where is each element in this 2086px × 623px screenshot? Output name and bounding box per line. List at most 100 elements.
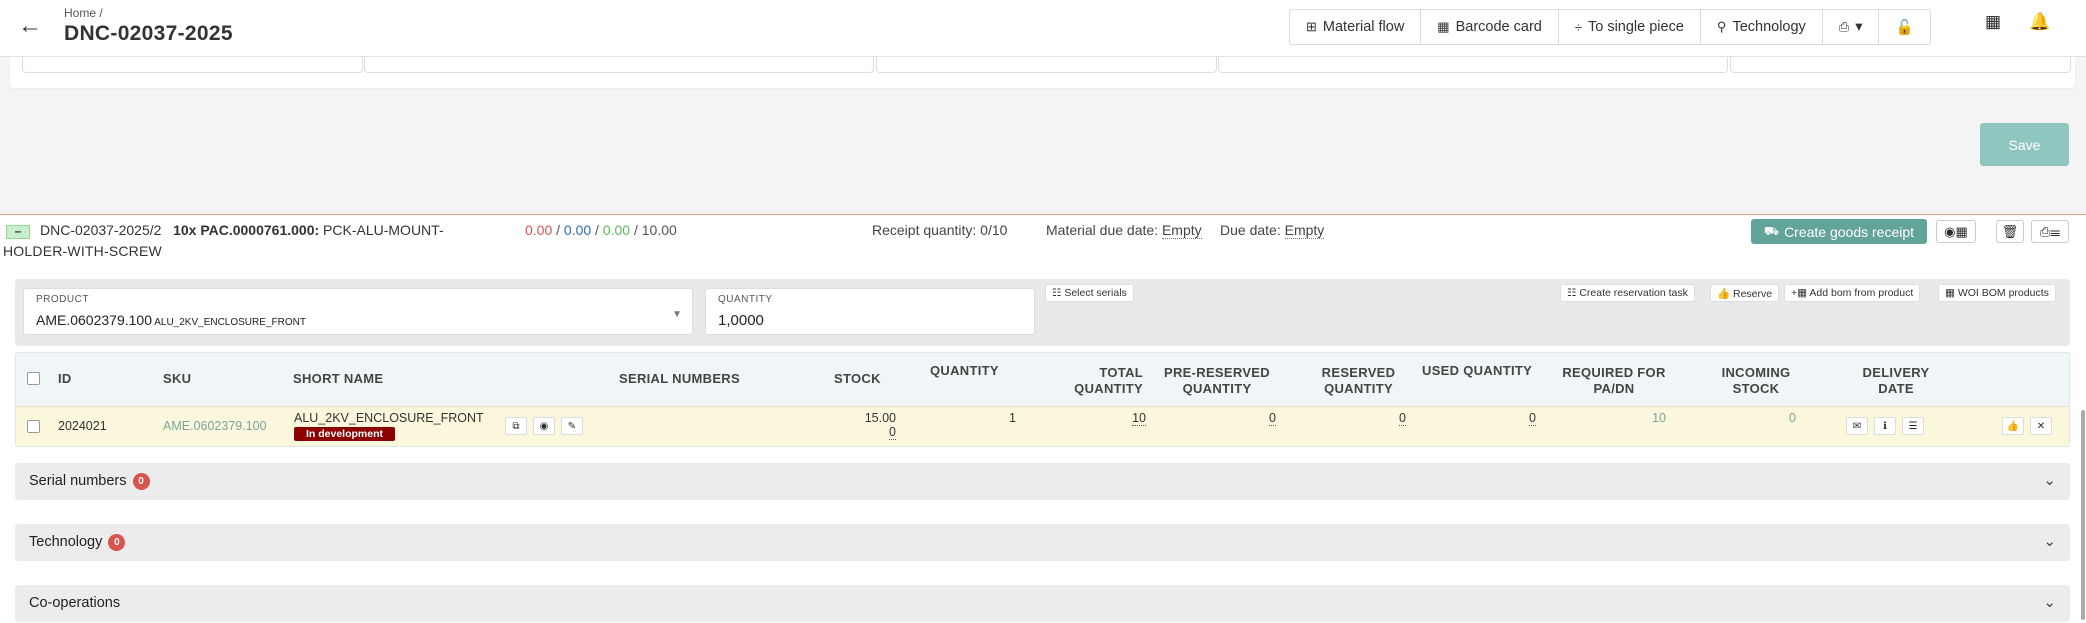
col-incoming-line1: INCOMING <box>1721 365 1791 380</box>
col-used-quantity[interactable]: USED QUANTITY <box>1422 363 1532 379</box>
barcode-card-button[interactable]: ▦ Barcode card <box>1421 10 1559 44</box>
print-list-icon: ⎙☰ <box>2039 223 2061 239</box>
col-incoming-stock[interactable]: INCOMING STOCK <box>1706 365 1806 397</box>
row-pre-reserved: 0 <box>1226 411 1276 426</box>
barcode-card-label: Barcode card <box>1455 19 1542 35</box>
form-field[interactable] <box>364 57 874 73</box>
thumbs-up-icon: 👍 <box>2006 420 2020 432</box>
row-incoming: 0 <box>1789 411 1796 425</box>
product-select[interactable]: PRODUCT AME.0602379.100 ALU_2KV_ENCLOSUR… <box>23 288 693 335</box>
accordion-co-operations[interactable]: Co-operations ⌄ <box>15 585 2070 622</box>
row-used-value[interactable]: 0 <box>1529 411 1536 426</box>
copy-button[interactable]: ⧉ <box>505 417 527 435</box>
remove-button[interactable]: ✕ <box>2030 417 2052 435</box>
copy-icon: ⧉ <box>512 420 520 432</box>
col-delivery-date[interactable]: DELIVERY DATE <box>1846 365 1946 397</box>
reserve-button[interactable]: 👍 Reserve <box>1710 284 1780 302</box>
technology-button[interactable]: ⚲ Technology <box>1701 10 1823 44</box>
save-button[interactable]: Save <box>1980 123 2069 166</box>
quantity-field[interactable]: QUANTITY 1,0000 <box>705 288 1035 335</box>
col-stock[interactable]: STOCK <box>834 371 881 387</box>
stat-green: 0.00 <box>602 222 631 238</box>
quantity-stats: 0.00 / 0.00 / 0.00 / 10.00 <box>525 222 677 238</box>
create-goods-receipt-button[interactable]: ⛟ Create goods receipt <box>1751 219 1927 244</box>
scrollbar[interactable] <box>2081 410 2085 620</box>
grid-icon[interactable]: ▦ <box>1985 12 2001 32</box>
row-reserved-value[interactable]: 0 <box>1399 411 1406 426</box>
col-reserved-quantity[interactable]: RESERVED QUANTITY <box>1296 365 1421 397</box>
product-name: ALU_2KV_ENCLOSURE_FRONT <box>151 317 306 328</box>
select-serials-button[interactable]: ☷ Select serials <box>1045 284 1134 302</box>
product-value: AME.0602379.100 ALU_2KV_ENCLOSURE_FRONT <box>36 312 306 328</box>
row-reserved: 0 <box>1356 411 1406 426</box>
item-section: – DNC-02037-2025/2 10x PAC.0000761.000: … <box>0 214 2086 623</box>
table-icon: ⊞ <box>1306 19 1317 34</box>
caret-down-icon[interactable]: ▼ <box>672 309 682 320</box>
bell-icon[interactable]: 🔔 <box>2029 12 2050 32</box>
col-quantity[interactable]: QUANTITY <box>930 363 999 379</box>
view-button[interactable]: ◉ <box>533 417 555 435</box>
row-total-quantity-value[interactable]: 10 <box>1132 411 1146 426</box>
due-date-label: Due date: <box>1220 222 1285 238</box>
list-button[interactable]: ☰ <box>1902 417 1924 435</box>
breadcrumb[interactable]: Home / <box>64 6 103 20</box>
col-id[interactable]: ID <box>58 371 72 387</box>
delete-button[interactable]: 🗑 <box>1996 220 2024 243</box>
truck-icon: ⛟ <box>1763 223 1780 238</box>
material-due-value[interactable]: Empty <box>1161 222 1202 239</box>
accordion-technology[interactable]: Technology 0 ⌄ <box>15 524 2070 561</box>
create-reservation-task-button[interactable]: ☷ Create reservation task <box>1560 284 1695 302</box>
row-used: 0 <box>1486 411 1536 426</box>
to-single-piece-button[interactable]: ÷ To single piece <box>1559 10 1701 44</box>
edit-button[interactable]: ✎ <box>561 417 583 435</box>
top-bar: ← Home / DNC-02037-2025 ⊞ Material flow … <box>0 0 2086 57</box>
approve-button[interactable]: 👍 <box>2002 417 2024 435</box>
row-stock: 15.00 0 <box>836 411 896 440</box>
col-total-quantity[interactable]: TOTAL QUANTITY <box>1028 365 1143 397</box>
col-required-for-pa-dn[interactable]: REQUIRED FOR PA/DN <box>1549 365 1679 397</box>
form-field[interactable] <box>1218 57 1728 73</box>
row-required: 10 <box>1652 411 1666 425</box>
count-badge: 0 <box>132 473 150 490</box>
col-short-name[interactable]: SHORT NAME <box>293 371 383 387</box>
back-arrow-icon[interactable]: ← <box>18 14 42 38</box>
material-flow-label: Material flow <box>1322 19 1405 35</box>
print-dropdown-button[interactable]: ⎙ ▾ <box>1823 10 1880 44</box>
unlock-icon: 🔓 <box>1895 19 1914 36</box>
info-button[interactable]: ℹ <box>1874 417 1896 435</box>
status-badge: In development <box>294 427 396 441</box>
material-flow-button[interactable]: ⊞ Material flow <box>1290 10 1422 44</box>
accordion-serial-numbers[interactable]: Serial numbers 0 ⌄ <box>15 463 2070 500</box>
col-serial-numbers[interactable]: SERIAL NUMBERS <box>619 371 740 387</box>
select-all-checkbox[interactable] <box>27 372 40 385</box>
row-pre-reserved-value[interactable]: 0 <box>1269 411 1276 426</box>
col-pre-reserved-quantity[interactable]: PRE-RESERVED QUANTITY <box>1152 365 1282 397</box>
row-quantity: 1 <box>1009 411 1016 425</box>
unlock-button[interactable]: 🔓 <box>1879 10 1929 44</box>
eye-barcode-button[interactable]: ◉▦ <box>1936 220 1976 243</box>
form-field[interactable] <box>876 57 1217 73</box>
woi-bom-products-button[interactable]: ▦ WOI BOM products <box>1938 284 2056 302</box>
technology-label: Technology <box>29 534 103 550</box>
row-checkbox[interactable] <box>27 420 40 433</box>
due-date-value[interactable]: Empty <box>1284 222 1325 239</box>
add-bom-from-product-button[interactable]: +▦ Add bom from product <box>1784 284 1921 302</box>
form-field[interactable] <box>22 57 363 73</box>
printer-icon: ⎙ <box>1838 19 1850 34</box>
row-sku-link[interactable]: AME.0602379.100 <box>163 419 267 433</box>
material-due-date: Material due date: Empty <box>1046 222 1202 239</box>
chevron-down-icon: ⌄ <box>2043 533 2056 550</box>
print-list-button[interactable]: ⎙☰ <box>2031 220 2069 243</box>
table-row[interactable]: 2024021 AME.0602379.100 ALU_2KV_ENCLOSUR… <box>16 406 2069 446</box>
collapse-button[interactable]: – <box>6 225 30 239</box>
envelope-icon: ✉ <box>1852 420 1862 432</box>
form-field[interactable] <box>1730 57 2071 73</box>
close-icon: ✕ <box>2036 420 2046 432</box>
row-id: 2024021 <box>58 419 107 433</box>
form-card <box>10 57 2075 88</box>
due-date: Due date: Empty <box>1220 222 1325 239</box>
col-sku[interactable]: SKU <box>163 371 191 387</box>
item-code: DNC-02037-2025/2 <box>40 222 162 238</box>
technology-label: Technology <box>1732 19 1806 35</box>
email-button[interactable]: ✉ <box>1846 417 1868 435</box>
